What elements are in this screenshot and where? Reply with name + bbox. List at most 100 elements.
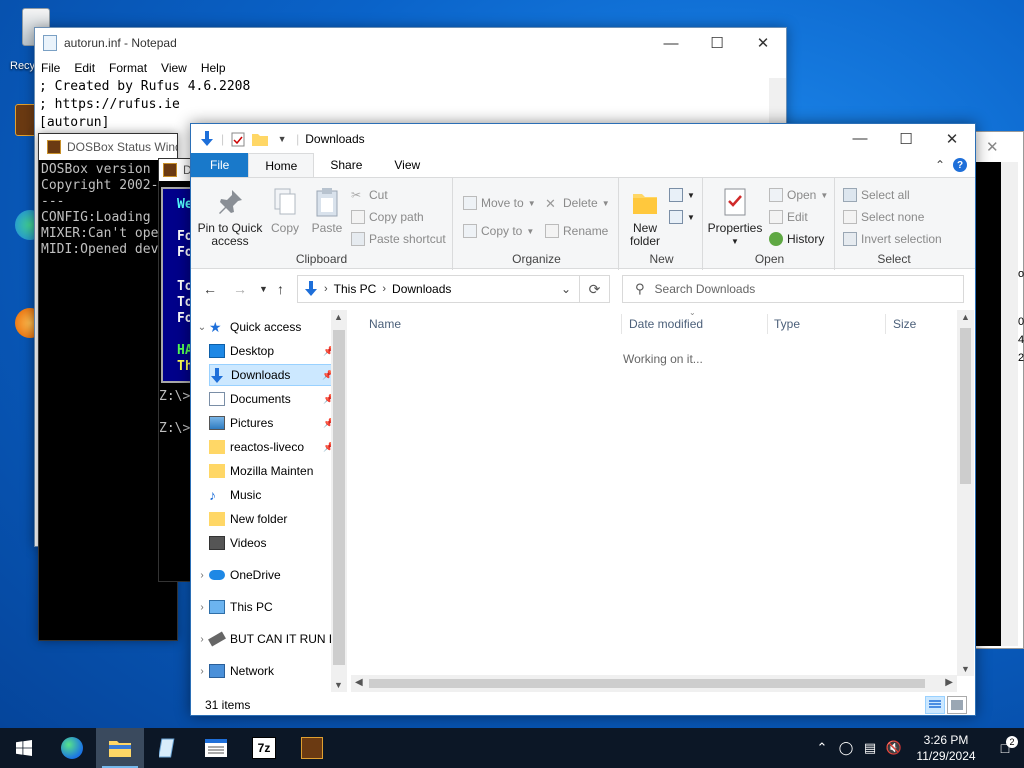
tab-share[interactable]: Share (314, 153, 378, 177)
background-window[interactable]: ✕ os 06 43 20 (975, 131, 1024, 649)
close-button[interactable]: ✕ (740, 28, 786, 58)
show-hidden-icons-chevron-icon[interactable]: ⌃ (810, 740, 834, 756)
close-button[interactable]: ✕ (986, 138, 999, 156)
dosbox-status-window[interactable]: DOSBox Status Window DOSBox versionCopyr… (38, 133, 178, 641)
nav-item-desktop[interactable]: Desktop 📌 (209, 340, 333, 362)
taskbar-file-explorer[interactable] (96, 728, 144, 768)
copy-button[interactable]: Copy (267, 186, 303, 235)
quick-access-download-icon[interactable] (199, 130, 215, 147)
taskbar-7zip[interactable]: 7z (240, 728, 288, 768)
explorer-titlebar[interactable]: | ▼ | Downloads — ☐ ✕ (191, 124, 975, 153)
tab-home[interactable]: Home (248, 153, 315, 177)
minimize-button[interactable]: — (837, 124, 883, 154)
nav-item-mozilla-maintenance[interactable]: Mozilla Mainten (209, 460, 333, 482)
action-center-button[interactable]: □ 2 (986, 736, 1024, 756)
nav-item-network[interactable]: › Network (195, 660, 335, 682)
nav-item-usb-drive[interactable]: › BUT CAN IT RUN D (195, 628, 335, 650)
paste-button[interactable]: Paste (309, 186, 345, 235)
forward-arrow-icon[interactable]: → (233, 281, 247, 297)
scroll-up-icon[interactable]: ▲ (334, 312, 343, 322)
nav-item-music[interactable]: ♪ Music (209, 484, 333, 506)
taskbar-application-window[interactable] (192, 728, 240, 768)
collapsed-chevron-icon[interactable]: › (195, 570, 209, 581)
scroll-down-icon[interactable]: ▼ (961, 664, 970, 674)
select-none-button[interactable]: Select none (843, 210, 924, 224)
menu-format[interactable]: Format (109, 61, 147, 75)
history-button[interactable]: History (769, 232, 824, 246)
nav-item-documents[interactable]: Documents 📌 (209, 388, 333, 410)
column-header-name[interactable]: Name (369, 310, 401, 338)
taskbar-edge[interactable] (48, 728, 96, 768)
maximize-button[interactable]: ☐ (694, 28, 740, 58)
copy-path-button[interactable]: Copy path (351, 210, 424, 224)
open-button[interactable]: Open ▼ (769, 188, 828, 202)
nav-item-reactos-livecd[interactable]: reactos-liveco 📌 (209, 436, 333, 458)
copy-to-button[interactable]: Copy to ▼ (463, 224, 534, 238)
refresh-button[interactable]: ⟳ (580, 275, 610, 303)
tab-view[interactable]: View (378, 153, 436, 177)
breadcrumb-this-pc[interactable]: This PC (334, 282, 377, 296)
easy-access-button[interactable]: ▼ (669, 210, 695, 224)
breadcrumb-downloads[interactable]: Downloads (392, 282, 555, 296)
new-item-button[interactable]: ▼ (669, 188, 695, 202)
taskbar-notepad[interactable] (144, 728, 192, 768)
back-arrow-icon[interactable]: ← (203, 281, 217, 297)
notepad-titlebar[interactable]: autorun.inf - Notepad — ☐ ✕ (35, 28, 786, 58)
network-status-icon[interactable]: ▤ (858, 740, 882, 756)
select-all-button[interactable]: Select all (843, 188, 910, 202)
properties-button[interactable]: Properties ▼ (707, 186, 763, 248)
volume-muted-icon[interactable]: 🔇 (882, 740, 906, 756)
minimize-button[interactable]: — (648, 28, 694, 58)
start-button[interactable] (0, 728, 48, 768)
large-icons-view-icon[interactable] (947, 696, 967, 714)
navigation-pane-scrollbar[interactable]: ▲ ▼ (331, 310, 347, 692)
new-folder-button[interactable]: New folder (623, 186, 667, 248)
move-to-button[interactable]: Move to ▼ (463, 196, 536, 210)
collapsed-chevron-icon[interactable]: › (195, 666, 209, 677)
delete-button[interactable]: ✕ Delete ▼ (545, 196, 610, 211)
nav-item-this-pc[interactable]: › This PC (195, 596, 335, 618)
menu-file[interactable]: File (41, 61, 60, 75)
scrollbar-thumb[interactable] (369, 679, 925, 688)
scroll-left-icon[interactable]: ◀ (355, 677, 363, 688)
cut-button[interactable]: ✂ Cut (351, 188, 388, 202)
scrollbar-thumb[interactable] (960, 328, 971, 484)
rename-button[interactable]: Rename (545, 224, 608, 238)
collapse-ribbon-chevron-icon[interactable]: ⌃ (929, 153, 951, 177)
file-list-horizontal-scrollbar[interactable]: ◀ ▶ (351, 675, 957, 692)
up-arrow-icon[interactable]: ↑ (277, 281, 284, 297)
recent-locations-chevron-icon[interactable]: ▼ (259, 284, 268, 294)
nav-item-pictures[interactable]: Pictures 📌 (209, 412, 333, 434)
menu-help[interactable]: Help (201, 61, 226, 75)
nav-item-videos[interactable]: Videos (209, 532, 333, 554)
paste-shortcut-button[interactable]: Paste shortcut (351, 232, 446, 246)
meet-now-icon[interactable]: ◯ (834, 740, 858, 756)
clock[interactable]: 3:26 PM 11/29/2024 (906, 732, 986, 764)
collapsed-chevron-icon[interactable]: › (195, 602, 209, 613)
file-explorer-window[interactable]: | ▼ | Downloads — ☐ ✕ File Home Share Vi… (190, 123, 976, 716)
scroll-up-icon[interactable]: ▲ (961, 312, 970, 322)
nav-item-new-folder[interactable]: New folder (209, 508, 333, 530)
menu-edit[interactable]: Edit (74, 61, 95, 75)
address-history-chevron-icon[interactable]: ⌄ (561, 282, 571, 296)
invert-selection-button[interactable]: Invert selection (843, 232, 942, 246)
search-input[interactable]: Search Downloads (655, 282, 756, 296)
nav-item-downloads[interactable]: Downloads 📌 (209, 364, 333, 386)
close-button[interactable]: ✕ (929, 124, 975, 154)
help-icon[interactable]: ? (951, 153, 975, 177)
scroll-right-icon[interactable]: ▶ (945, 677, 953, 688)
scrollbar[interactable] (1001, 162, 1018, 646)
taskbar-dosbox[interactable] (288, 728, 336, 768)
details-view-icon[interactable] (925, 696, 945, 714)
file-list-vertical-scrollbar[interactable]: ▲ ▼ (957, 310, 974, 676)
menu-view[interactable]: View (161, 61, 187, 75)
tab-file[interactable]: File (191, 153, 249, 177)
address-bar[interactable]: › This PC › Downloads ⌄ (297, 275, 580, 303)
dosbox-status-titlebar[interactable]: DOSBox Status Window (39, 134, 177, 160)
column-header-size[interactable]: Size (893, 310, 916, 338)
properties-check-icon[interactable] (230, 131, 246, 147)
scrollbar-thumb[interactable] (333, 330, 345, 665)
nav-item-onedrive[interactable]: › OneDrive (195, 564, 335, 586)
search-box[interactable]: ⚲ Search Downloads (622, 275, 964, 303)
new-folder-icon[interactable] (252, 131, 269, 147)
